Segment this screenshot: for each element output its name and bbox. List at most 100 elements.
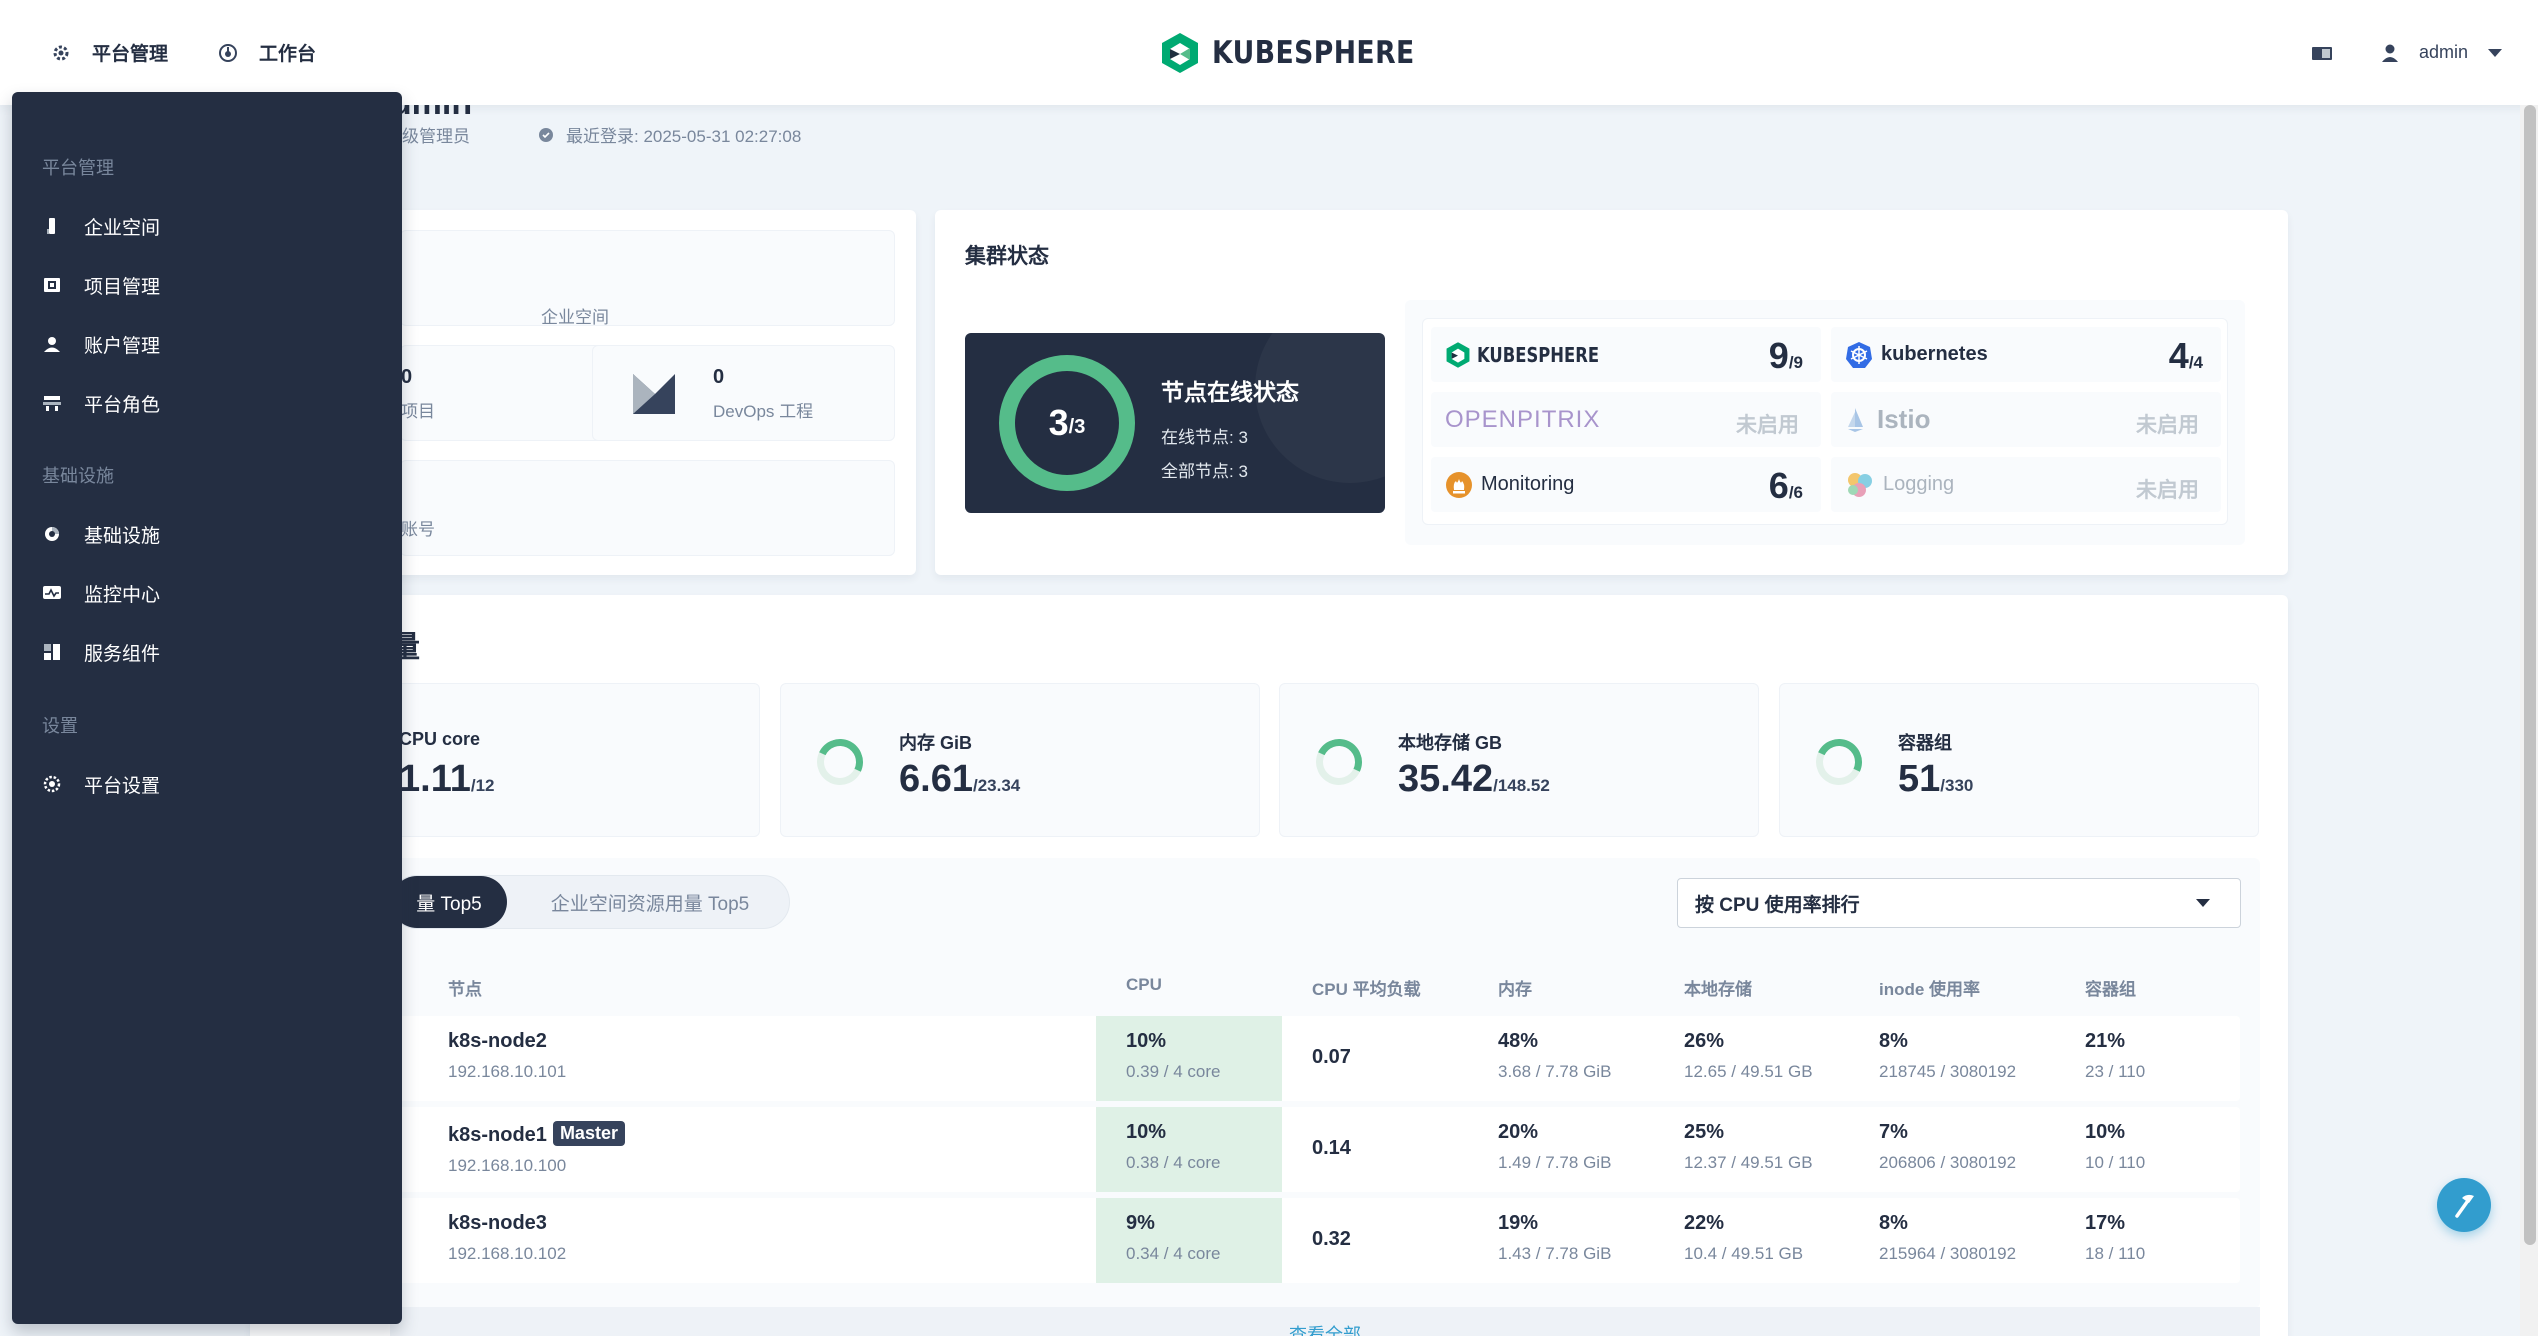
pods-label: 容器组 xyxy=(1898,733,1952,753)
settings-icon xyxy=(42,774,62,794)
node-ip: 192.168.10.102 xyxy=(448,1244,567,1263)
pods-percent: 17% xyxy=(2085,1212,2126,1234)
memory-detail: 3.68 / 7.78 GiB xyxy=(1498,1062,1612,1081)
master-badge: Master xyxy=(552,1121,625,1146)
storage-detail: 10.4 / 49.51 GB xyxy=(1684,1244,1804,1263)
monitoring-icon xyxy=(42,583,62,603)
node-name: k8s-node3 xyxy=(448,1212,547,1234)
sidebar-item-label: 账户管理 xyxy=(84,335,161,357)
pods-usage-tile[interactable]: 容器组 51/330 xyxy=(1779,683,2259,837)
user-role: 级管理员 xyxy=(402,122,470,147)
component-name: Logging xyxy=(1883,473,1955,495)
platform-management-label: 平台管理 xyxy=(92,44,169,65)
node-online-ring: 3 /3 xyxy=(999,355,1135,491)
sidebar-item-infrastructure[interactable]: 基础设施 xyxy=(12,514,352,554)
toolbox-float-button[interactable] xyxy=(2437,1178,2491,1232)
tab-workspace-usage-top5[interactable]: 企业空间资源用量 Top5 xyxy=(517,876,783,928)
node-name: k8s-node2 xyxy=(448,1030,547,1052)
storage-percent: 25% xyxy=(1684,1121,1725,1143)
storage-value: 35.42 xyxy=(1398,758,1494,800)
inode-detail: 215964 / 3080192 xyxy=(1879,1244,2017,1263)
memory-usage-tile[interactable]: 内存 GiB 6.61/23.34 xyxy=(780,683,1260,837)
component-kubesphere[interactable]: KUBESPHERE 9/9 xyxy=(1431,327,1821,382)
component-name: KUBESPHERE xyxy=(1477,342,1600,367)
last-login-text: 最近登录: 2025-05-31 02:27:08 xyxy=(566,127,802,146)
kubesphere-logo[interactable]: KUBESPHERE xyxy=(1160,30,1448,76)
toolbox-icon[interactable] xyxy=(2311,44,2333,62)
workspace-stat[interactable]: 企业空间 xyxy=(400,230,895,327)
view-all-link[interactable]: 查看全部 xyxy=(390,1307,2260,1336)
sidebar-item-service-components[interactable]: 服务组件 xyxy=(12,632,352,672)
sidebar-item-platform-roles[interactable]: 平台角色 xyxy=(12,383,352,423)
pods-detail: 18 / 110 xyxy=(2085,1244,2146,1263)
component-kubernetes[interactable]: kubernetes 4/4 xyxy=(1831,327,2221,382)
node-status-heading: 节点在线状态 xyxy=(1161,379,1299,405)
workspace-label: 企业空间 xyxy=(541,308,609,327)
sidebar-item-accounts[interactable]: 账户管理 xyxy=(12,324,352,364)
kubesphere-icon xyxy=(1446,341,1470,368)
sidebar-item-workspaces[interactable]: 企业空间 xyxy=(12,206,352,246)
logo-text: KUBESPHERE xyxy=(1212,35,1415,71)
sidebar-item-platform-settings[interactable]: 平台设置 xyxy=(12,764,352,804)
cpu-value: 1.11 xyxy=(399,758,471,800)
component-value: 9 xyxy=(1768,335,1789,376)
user-menu[interactable]: admin xyxy=(2381,42,2538,63)
account-label: 账号 xyxy=(401,520,435,539)
user-role-text: 级管理员 xyxy=(402,127,470,146)
node-total-count: /3 xyxy=(1068,415,1086,438)
col-header-cpu: CPU xyxy=(1126,975,1162,994)
username: admin xyxy=(2418,42,2468,62)
kubernetes-icon xyxy=(1846,341,1872,368)
enterprise-icon xyxy=(42,216,62,236)
cpu-load: 0.32 xyxy=(1312,1228,1351,1250)
component-name: Istio xyxy=(1877,404,1931,434)
devops-stat[interactable]: 0 DevOps 工程 xyxy=(592,345,895,441)
account-stat[interactable]: 账号 xyxy=(400,460,895,556)
component-value: 4 xyxy=(2168,335,2189,376)
table-row[interactable]: k8s-node1 Master 192.168.10.100 10% 0.38 / … xyxy=(390,1107,2240,1192)
hammer-icon xyxy=(2449,1190,2479,1220)
page-scrollbar[interactable] xyxy=(2520,105,2538,1336)
cpu-label: CPU core xyxy=(399,729,481,749)
gear-icon xyxy=(50,42,72,64)
node-name: k8s-node1 xyxy=(448,1124,547,1146)
pods-percent: 10% xyxy=(2085,1121,2126,1143)
component-status: 未启用 xyxy=(2136,414,2199,437)
component-monitoring[interactable]: Monitoring 6/6 xyxy=(1431,457,1821,512)
cpu-highlight-cell: 10% 0.39 / 4 core xyxy=(1096,1016,1282,1101)
sidebar-item-projects[interactable]: 项目管理 xyxy=(12,265,352,305)
component-total: /9 xyxy=(1788,353,1803,372)
logging-icon xyxy=(1848,472,1872,497)
col-header-pods: 容器组 xyxy=(2085,980,2136,999)
component-openpitrix[interactable]: OPENPITRIX 未启用 xyxy=(1431,392,1821,447)
storage-percent: 22% xyxy=(1684,1212,1725,1234)
role-icon xyxy=(42,393,62,413)
component-name: OPENPITRIX xyxy=(1445,405,1601,433)
cpu-load: 0.07 xyxy=(1312,1046,1351,1068)
prometheus-icon xyxy=(1446,471,1472,498)
sidebar-item-monitoring[interactable]: 监控中心 xyxy=(12,573,352,613)
component-istio[interactable]: Istio 未启用 xyxy=(1831,392,2221,447)
platform-management-menu[interactable]: 平台管理 xyxy=(50,0,168,105)
table-row[interactable]: k8s-node2 192.168.10.101 10% 0.39 / 4 core… xyxy=(390,1016,2240,1101)
project-stat[interactable]: 0 项目 xyxy=(400,345,624,441)
node-online-status[interactable]: 3 /3 节点在线状态 在线节点: 3 全部节点: 3 xyxy=(965,333,1385,513)
table-row[interactable]: k8s-node3 192.168.10.102 9% 0.34 / 4 core … xyxy=(390,1198,2240,1283)
cpu-total: /12 xyxy=(470,776,495,795)
memory-percent: 20% xyxy=(1498,1121,1539,1143)
storage-usage-tile[interactable]: 本地存储 GB 35.42/148.52 xyxy=(1279,683,1759,837)
sidebar-item-label: 平台设置 xyxy=(84,775,161,797)
tab-node-usage-top5[interactable]: 量 Top5 xyxy=(391,876,507,928)
sort-select[interactable]: 按 CPU 使用率排行 xyxy=(1677,878,2241,928)
online-nodes-label: 在线节点: 3 xyxy=(1161,428,1248,447)
component-name: kubernetes xyxy=(1881,343,1988,365)
node-ip: 192.168.10.101 xyxy=(448,1062,567,1081)
component-logging[interactable]: Logging 未启用 xyxy=(1831,457,2221,512)
storage-percent: 26% xyxy=(1684,1030,1725,1052)
infrastructure-icon xyxy=(42,524,62,544)
scrollbar-thumb[interactable] xyxy=(2524,105,2536,1245)
memory-total: /23.34 xyxy=(972,776,1021,795)
workbench-link[interactable]: 工作台 xyxy=(217,0,316,105)
memory-percent: 19% xyxy=(1498,1212,1539,1234)
sidebar-item-label: 企业空间 xyxy=(84,217,161,239)
